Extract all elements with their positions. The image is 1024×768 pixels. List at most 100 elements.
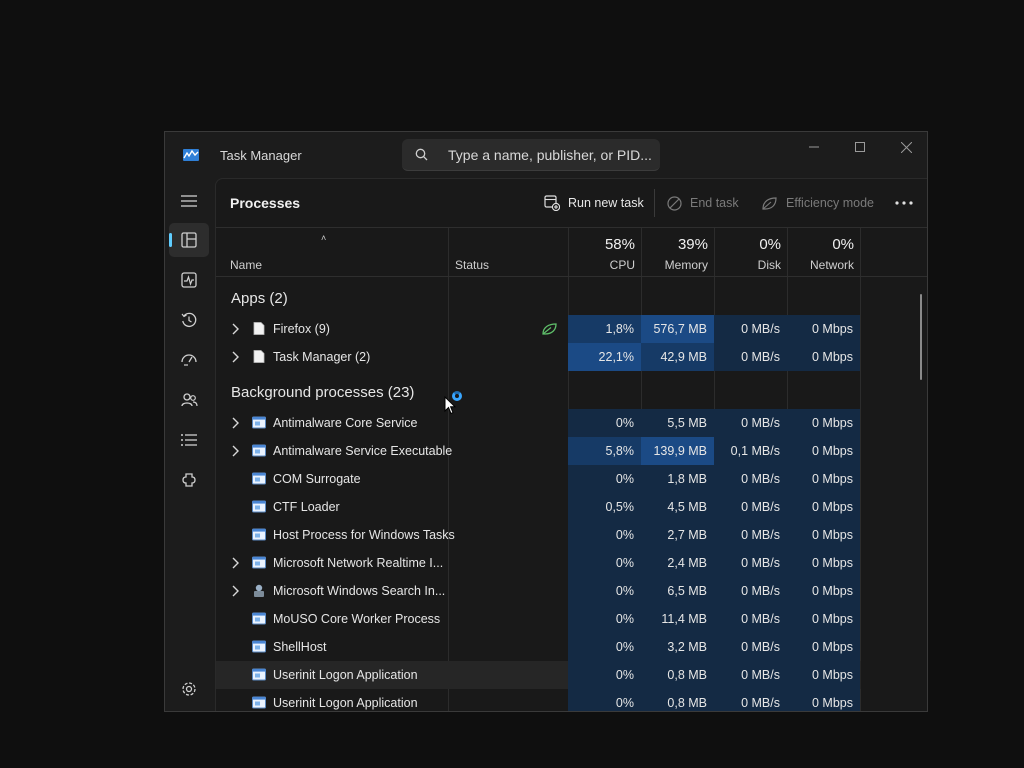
busy-spinner-icon	[452, 391, 462, 401]
search-input[interactable]	[446, 139, 658, 171]
process-row[interactable]: Userinit Logon Application 0% 0,8 MB 0 MB/s…	[216, 689, 861, 711]
process-window-icon	[252, 556, 266, 569]
more-options-button[interactable]	[888, 191, 920, 215]
window-title: Task Manager	[220, 148, 302, 163]
end-task-label: End task	[690, 196, 739, 210]
column-status-label: Status	[455, 258, 490, 272]
process-row[interactable]: CTF Loader 0,5% 4,5 MB 0 MB/s 0 Mbps	[216, 493, 861, 521]
cell-cpu: 0%	[568, 521, 641, 549]
cell-memory: 2,4 MB	[641, 549, 714, 577]
minimize-button[interactable]	[791, 132, 837, 162]
process-row[interactable]: Microsoft Windows Search In... 0% 6,5 MB 0 …	[216, 577, 861, 605]
processes-icon	[181, 232, 197, 248]
chevron-right-icon[interactable]	[231, 417, 239, 429]
nav-settings[interactable]	[169, 672, 209, 706]
cell-cpu: 0%	[568, 577, 641, 605]
cell-network: 0 Mbps	[787, 661, 860, 689]
toolbar-divider	[654, 189, 655, 217]
cell-cpu: 5,8%	[568, 437, 641, 465]
cell-memory: 4,5 MB	[641, 493, 714, 521]
cell-cpu: 0,5%	[568, 493, 641, 521]
sort-ascending-icon: ˄	[321, 233, 327, 243]
run-new-task-button[interactable]: Run new task	[544, 192, 644, 214]
cell-memory: 42,9 MB	[641, 343, 714, 371]
cell-memory: 1,8 MB	[641, 465, 714, 493]
search-box[interactable]	[402, 139, 660, 171]
disk-total-percent: 0%	[759, 236, 781, 253]
chevron-right-icon[interactable]	[231, 445, 239, 457]
nav-startup-apps[interactable]	[169, 343, 209, 377]
cell-memory: 3,2 MB	[641, 633, 714, 661]
cell-memory: 139,9 MB	[641, 437, 714, 465]
process-row[interactable]: COM Surrogate 0% 1,8 MB 0 MB/s 0 Mbps	[216, 465, 861, 493]
nav-app-history[interactable]	[169, 303, 209, 337]
process-window-icon	[252, 416, 266, 429]
cell-disk: 0 MB/s	[714, 521, 787, 549]
process-name: Antimalware Core Service	[273, 416, 418, 430]
column-header-memory[interactable]: 39% Memory	[641, 228, 714, 276]
process-row[interactable]: Task Manager (2) 22,1% 42,9 MB 0 MB/s 0 Mbps	[216, 343, 861, 371]
cell-disk: 0 MB/s	[714, 315, 787, 343]
nav-performance[interactable]	[169, 263, 209, 297]
cell-disk: 0 MB/s	[714, 605, 787, 633]
column-header-network[interactable]: 0% Network	[787, 228, 860, 276]
chevron-right-icon[interactable]	[231, 351, 239, 363]
nav-processes[interactable]	[169, 223, 209, 257]
title-bar: Task Manager	[165, 132, 927, 178]
cpu-total-percent: 58%	[604, 236, 635, 253]
process-window-icon	[252, 444, 266, 457]
cell-memory: 6,5 MB	[641, 577, 714, 605]
column-memory-label: Memory	[664, 258, 708, 272]
process-row[interactable]: Host Process for Windows Tasks 0% 2,7 MB 0 …	[216, 521, 861, 549]
efficiency-mode-button[interactable]: Efficiency mode	[761, 192, 874, 214]
process-window-icon	[252, 472, 266, 485]
chevron-right-icon[interactable]	[231, 585, 239, 597]
process-name: Task Manager (2)	[273, 350, 371, 364]
chevron-right-icon[interactable]	[231, 557, 239, 569]
startup-apps-icon	[181, 354, 197, 366]
end-task-button[interactable]: End task	[667, 192, 739, 214]
column-header-name[interactable]: ˄ Name	[216, 228, 448, 276]
cell-network: 0 Mbps	[787, 549, 860, 577]
cell-disk: 0 MB/s	[714, 343, 787, 371]
process-rows: Apps (2) Background processes (23) Firef…	[216, 277, 927, 711]
process-name: Microsoft Network Realtime I...	[273, 556, 444, 570]
vertical-scrollbar[interactable]	[920, 294, 922, 380]
more-dots-icon	[895, 201, 913, 205]
cell-network: 0 Mbps	[787, 493, 860, 521]
column-header-cpu[interactable]: 58% CPU	[568, 228, 641, 276]
process-window-icon	[252, 696, 266, 709]
cell-disk: 0 MB/s	[714, 577, 787, 605]
nav-services[interactable]	[169, 463, 209, 497]
cell-disk: 0 MB/s	[714, 689, 787, 711]
cell-network: 0 Mbps	[787, 465, 860, 493]
processes-table: ˄ Name Status 58% CPU 39% Memory 0% Disk…	[216, 228, 927, 711]
process-row[interactable]: Antimalware Service Executable 5,8% 139,9 …	[216, 437, 861, 465]
column-header-disk[interactable]: 0% Disk	[714, 228, 787, 276]
column-header-status[interactable]: Status	[448, 228, 568, 276]
process-row[interactable]: MoUSO Core Worker Process 0% 11,4 MB 0 MB/s…	[216, 605, 861, 633]
efficiency-mode-leaf-icon	[542, 323, 557, 335]
cell-memory: 576,7 MB	[641, 315, 714, 343]
processes-panel: Processes Run new task End task Efficien…	[215, 178, 927, 711]
process-row[interactable]: Userinit Logon Application 0% 0,8 MB 0 MB/s…	[216, 661, 861, 689]
process-row[interactable]: ShellHost 0% 3,2 MB 0 MB/s 0 Mbps	[216, 633, 861, 661]
process-row[interactable]: Antimalware Core Service 0% 5,5 MB 0 MB/s 0 …	[216, 409, 861, 437]
nav-details[interactable]	[169, 423, 209, 457]
cell-network: 0 Mbps	[787, 343, 860, 371]
close-button[interactable]	[883, 132, 927, 162]
process-row[interactable]: Firefox (9) 1,8% 576,7 MB 0 MB/s 0 Mbps	[216, 315, 861, 343]
menu-icon	[181, 195, 197, 207]
chevron-right-icon[interactable]	[231, 323, 239, 335]
cell-memory: 11,4 MB	[641, 605, 714, 633]
cell-cpu: 0%	[568, 549, 641, 577]
hamburger-menu-button[interactable]	[169, 184, 209, 218]
cell-memory: 2,7 MB	[641, 521, 714, 549]
process-name: Antimalware Service Executable	[273, 444, 453, 458]
app-history-icon	[181, 312, 197, 328]
process-row[interactable]: Microsoft Network Realtime I... 0% 2,4 MB 0…	[216, 549, 861, 577]
maximize-button[interactable]	[837, 132, 883, 162]
maximize-icon	[855, 142, 865, 152]
nav-users[interactable]	[169, 383, 209, 417]
minimize-icon	[809, 146, 819, 148]
